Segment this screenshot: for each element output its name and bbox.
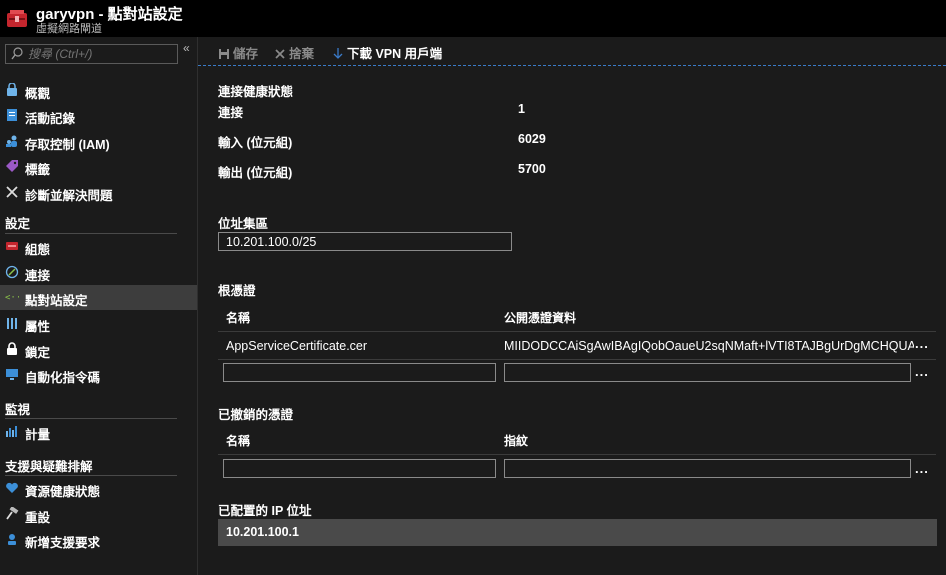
section-header-settings: 設定 — [5, 217, 31, 231]
save-button[interactable]: 儲存 — [218, 43, 258, 62]
root-cert-public-data: MIIDODCCAiSgAwIBAgIQobOaueU2sqNMaft+lVTI… — [504, 339, 914, 353]
sidebar-item-automation-script[interactable]: 自動化指令碼 — [0, 362, 197, 387]
sidebar-item-overview[interactable]: 概觀 — [0, 78, 197, 103]
search-icon — [11, 47, 23, 60]
discard-button[interactable]: 捨棄 — [274, 43, 314, 62]
root-cert-data-column: 公開憑證資料 — [504, 311, 577, 325]
sidebar-item-diagnose[interactable]: 診斷並解決問題 — [0, 180, 197, 205]
page-subtitle: 虛擬網路閘道 — [36, 23, 102, 35]
table-divider — [218, 454, 936, 455]
sidebar-item-label: 連接 — [25, 269, 51, 283]
close-icon — [275, 49, 285, 59]
iam-icon — [6, 135, 17, 147]
sidebar-item-connections[interactable]: 連接 — [0, 260, 197, 285]
title-bar: garyvpn - 點對站設定 虛擬網路閘道 — [0, 0, 946, 37]
download-icon — [333, 48, 343, 59]
sidebar-item-activity-log[interactable]: 活動記錄 — [0, 103, 197, 128]
address-pool-input[interactable] — [218, 232, 512, 251]
revoked-cert-name-input[interactable] — [223, 459, 496, 478]
sidebar-item-properties[interactable]: 屬性 — [0, 311, 197, 336]
sidebar-item-metrics[interactable]: 計量 — [0, 419, 197, 444]
revoked-cert-name-column: 名稱 — [226, 434, 251, 448]
root-cert-name: AppServiceCertificate.cer — [226, 339, 368, 353]
sidebar-item-label: 自動化指令碼 — [25, 371, 101, 385]
connection-label: 連接 — [218, 106, 244, 120]
download-vpn-client-button[interactable]: 下載 VPN 用戶端 — [332, 43, 442, 62]
lock-icon — [7, 342, 17, 355]
search-box[interactable] — [5, 44, 178, 64]
allocated-ip-heading: 已配置的 IP 位址 — [218, 504, 312, 518]
discard-label: 捨棄 — [289, 47, 315, 61]
properties-icon — [7, 318, 17, 329]
sidebar-item-new-support-request[interactable]: 新增支援要求 — [0, 527, 197, 552]
ingress-value: 6029 — [518, 132, 546, 146]
tag-icon — [6, 160, 18, 172]
sidebar-item-label: 診斷並解決問題 — [25, 189, 113, 203]
sidebar-item-label: 計量 — [25, 428, 51, 442]
connections-icon — [5, 265, 19, 279]
new-root-cert-name-input[interactable] — [223, 363, 496, 382]
sidebar-item-label: 活動記錄 — [25, 112, 76, 126]
automation-icon — [6, 369, 18, 380]
sidebar-item-label: 存取控制 (IAM) — [25, 138, 110, 152]
sidebar-item-tags[interactable]: 標籤 — [0, 154, 197, 179]
sidebar-item-label: 點對站設定 — [25, 294, 88, 308]
root-certificates-heading: 根憑證 — [218, 284, 256, 298]
download-label: 下載 VPN 用戶端 — [347, 47, 443, 61]
sidebar-item-resource-health[interactable]: 資源健康狀態 — [0, 476, 197, 501]
connection-health-heading: 連接健康狀態 — [218, 85, 294, 99]
connection-value: 1 — [518, 102, 525, 116]
root-cert-name-column: 名稱 — [226, 311, 251, 325]
main-content: 連接健康狀態 連接 1 輸入 (位元組) 6029 輸出 (位元組) 5700 … — [198, 66, 946, 575]
revoked-row-more-button[interactable]: ... — [915, 461, 929, 476]
revoked-certificates-heading: 已撤銷的憑證 — [218, 408, 294, 422]
new-root-cert-data-input[interactable] — [504, 363, 911, 382]
revoked-cert-thumbprint-column: 指紋 — [504, 434, 529, 448]
sidebar-item-label: 鎖定 — [25, 346, 51, 360]
activity-log-icon — [7, 109, 17, 121]
egress-label: 輸出 (位元組) — [218, 166, 293, 180]
command-toolbar: 儲存 捨棄 下載 VPN 用戶端 — [198, 37, 946, 66]
wrench-icon — [6, 186, 18, 198]
ingress-label: 輸入 (位元組) — [218, 136, 293, 150]
configuration-icon — [6, 242, 18, 250]
overview-icon — [7, 83, 17, 96]
table-divider — [218, 359, 936, 360]
sidebar-item-reset[interactable]: 重設 — [0, 502, 197, 527]
collapse-sidebar-button[interactable]: « — [183, 41, 190, 55]
revoked-cert-thumbprint-input[interactable] — [504, 459, 911, 478]
allocated-ip-box: 10.201.100.1 — [218, 519, 937, 546]
sidebar-item-label: 標籤 — [25, 163, 51, 177]
heart-icon — [6, 482, 18, 493]
sidebar-item-label: 資源健康狀態 — [25, 485, 101, 499]
sidebar-item-label: 屬性 — [25, 320, 51, 334]
hammer-icon — [6, 507, 19, 520]
sidebar-item-locks[interactable]: 鎖定 — [0, 337, 197, 362]
save-icon — [219, 49, 229, 59]
new-row-more-button[interactable]: ... — [915, 364, 929, 379]
sidebar-item-label: 概觀 — [25, 87, 51, 101]
support-icon — [8, 534, 16, 545]
sidebar-item-point-to-site[interactable]: <··> 點對站設定 — [0, 285, 197, 310]
egress-value: 5700 — [518, 162, 546, 176]
p2s-icon: <··> — [5, 293, 19, 303]
metrics-icon — [6, 426, 17, 437]
search-input[interactable] — [28, 46, 176, 62]
sidebar-item-label: 組態 — [25, 243, 51, 257]
save-label: 儲存 — [233, 47, 259, 61]
vpn-gateway-icon — [7, 10, 27, 27]
section-header-support: 支援與疑難排解 — [5, 460, 93, 474]
section-header-monitoring: 監視 — [5, 403, 31, 417]
sidebar-item-iam[interactable]: 存取控制 (IAM) — [0, 129, 197, 154]
table-divider — [218, 331, 936, 332]
sidebar: « 概觀 活動記錄 存取控制 (IAM) 標籤 診斷並解決問題 設定 組態 連接… — [0, 37, 198, 575]
allocated-ip-value: 10.201.100.1 — [226, 525, 299, 539]
sidebar-item-configuration[interactable]: 組態 — [0, 234, 197, 259]
sidebar-item-label: 新增支援要求 — [25, 536, 101, 550]
address-pool-heading: 位址集區 — [218, 217, 269, 231]
svg-text:<··>: <··> — [5, 293, 19, 303]
row-more-button[interactable]: ... — [915, 336, 929, 351]
sidebar-item-label: 重設 — [25, 511, 51, 525]
